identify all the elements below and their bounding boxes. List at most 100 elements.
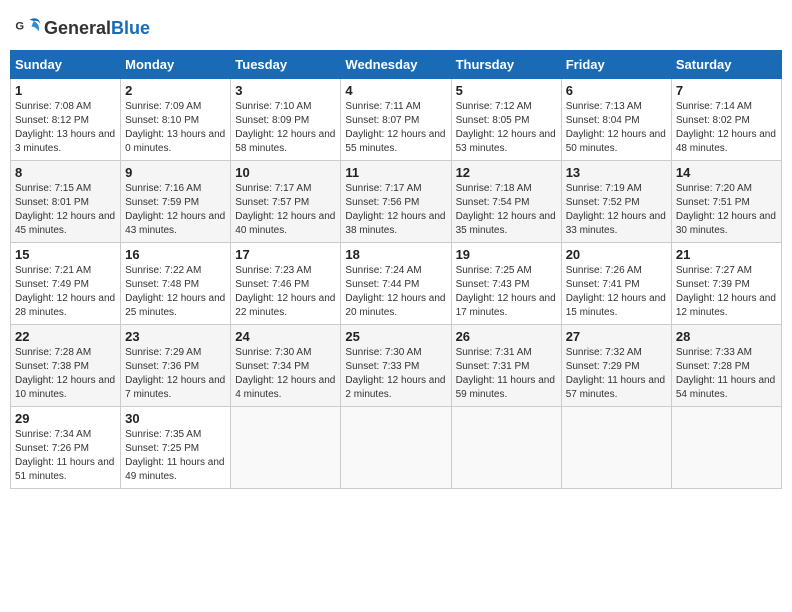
calendar-cell: 27 Sunrise: 7:32 AM Sunset: 7:29 PM Dayl…: [561, 325, 671, 407]
day-info: Sunrise: 7:35 AM Sunset: 7:25 PM Dayligh…: [125, 428, 226, 484]
weekday-header-row: SundayMondayTuesdayWednesdayThursdayFrid…: [11, 51, 782, 79]
calendar-week-row: 8 Sunrise: 7:15 AM Sunset: 8:01 PM Dayli…: [11, 161, 782, 243]
calendar-week-row: 29 Sunrise: 7:34 AM Sunset: 7:26 PM Dayl…: [11, 407, 782, 489]
calendar-cell: 4 Sunrise: 7:11 AM Sunset: 8:07 PM Dayli…: [341, 79, 451, 161]
day-number: 14: [676, 165, 777, 180]
day-number: 30: [125, 411, 226, 426]
calendar-cell: 3 Sunrise: 7:10 AM Sunset: 8:09 PM Dayli…: [231, 79, 341, 161]
calendar-cell: 16 Sunrise: 7:22 AM Sunset: 7:48 PM Dayl…: [121, 243, 231, 325]
calendar-cell: 22 Sunrise: 7:28 AM Sunset: 7:38 PM Dayl…: [11, 325, 121, 407]
calendar-cell: 9 Sunrise: 7:16 AM Sunset: 7:59 PM Dayli…: [121, 161, 231, 243]
day-number: 28: [676, 329, 777, 344]
day-info: Sunrise: 7:16 AM Sunset: 7:59 PM Dayligh…: [125, 182, 226, 238]
day-number: 10: [235, 165, 336, 180]
day-number: 9: [125, 165, 226, 180]
calendar-cell: 10 Sunrise: 7:17 AM Sunset: 7:57 PM Dayl…: [231, 161, 341, 243]
calendar-cell: 26 Sunrise: 7:31 AM Sunset: 7:31 PM Dayl…: [451, 325, 561, 407]
day-info: Sunrise: 7:24 AM Sunset: 7:44 PM Dayligh…: [345, 264, 446, 320]
header: G GeneralBlue: [10, 10, 782, 42]
weekday-header-friday: Friday: [561, 51, 671, 79]
day-info: Sunrise: 7:12 AM Sunset: 8:05 PM Dayligh…: [456, 100, 557, 156]
calendar-cell: 19 Sunrise: 7:25 AM Sunset: 7:43 PM Dayl…: [451, 243, 561, 325]
generalblue-logo-icon: G: [14, 14, 42, 42]
calendar-cell: 12 Sunrise: 7:18 AM Sunset: 7:54 PM Dayl…: [451, 161, 561, 243]
calendar-cell: 24 Sunrise: 7:30 AM Sunset: 7:34 PM Dayl…: [231, 325, 341, 407]
calendar-cell: 2 Sunrise: 7:09 AM Sunset: 8:10 PM Dayli…: [121, 79, 231, 161]
calendar-cell: 5 Sunrise: 7:12 AM Sunset: 8:05 PM Dayli…: [451, 79, 561, 161]
day-info: Sunrise: 7:34 AM Sunset: 7:26 PM Dayligh…: [15, 428, 116, 484]
day-info: Sunrise: 7:13 AM Sunset: 8:04 PM Dayligh…: [566, 100, 667, 156]
day-number: 3: [235, 83, 336, 98]
calendar-cell: 13 Sunrise: 7:19 AM Sunset: 7:52 PM Dayl…: [561, 161, 671, 243]
calendar-cell: 8 Sunrise: 7:15 AM Sunset: 8:01 PM Dayli…: [11, 161, 121, 243]
weekday-header-monday: Monday: [121, 51, 231, 79]
day-number: 2: [125, 83, 226, 98]
calendar-cell: 11 Sunrise: 7:17 AM Sunset: 7:56 PM Dayl…: [341, 161, 451, 243]
logo: G GeneralBlue: [14, 14, 150, 42]
calendar-week-row: 1 Sunrise: 7:08 AM Sunset: 8:12 PM Dayli…: [11, 79, 782, 161]
weekday-header-wednesday: Wednesday: [341, 51, 451, 79]
day-number: 7: [676, 83, 777, 98]
day-number: 6: [566, 83, 667, 98]
day-info: Sunrise: 7:09 AM Sunset: 8:10 PM Dayligh…: [125, 100, 226, 156]
day-number: 21: [676, 247, 777, 262]
calendar-cell: 30 Sunrise: 7:35 AM Sunset: 7:25 PM Dayl…: [121, 407, 231, 489]
day-number: 8: [15, 165, 116, 180]
day-info: Sunrise: 7:22 AM Sunset: 7:48 PM Dayligh…: [125, 264, 226, 320]
calendar-cell: 20 Sunrise: 7:26 AM Sunset: 7:41 PM Dayl…: [561, 243, 671, 325]
day-number: 5: [456, 83, 557, 98]
calendar-cell: 21 Sunrise: 7:27 AM Sunset: 7:39 PM Dayl…: [671, 243, 781, 325]
day-info: Sunrise: 7:19 AM Sunset: 7:52 PM Dayligh…: [566, 182, 667, 238]
calendar-cell: 23 Sunrise: 7:29 AM Sunset: 7:36 PM Dayl…: [121, 325, 231, 407]
calendar-cell: 14 Sunrise: 7:20 AM Sunset: 7:51 PM Dayl…: [671, 161, 781, 243]
day-number: 27: [566, 329, 667, 344]
day-number: 24: [235, 329, 336, 344]
day-info: Sunrise: 7:23 AM Sunset: 7:46 PM Dayligh…: [235, 264, 336, 320]
weekday-header-thursday: Thursday: [451, 51, 561, 79]
day-info: Sunrise: 7:10 AM Sunset: 8:09 PM Dayligh…: [235, 100, 336, 156]
calendar-cell: [561, 407, 671, 489]
svg-text:G: G: [15, 20, 24, 32]
day-info: Sunrise: 7:08 AM Sunset: 8:12 PM Dayligh…: [15, 100, 116, 156]
calendar-cell: [231, 407, 341, 489]
day-info: Sunrise: 7:32 AM Sunset: 7:29 PM Dayligh…: [566, 346, 667, 402]
day-info: Sunrise: 7:30 AM Sunset: 7:34 PM Dayligh…: [235, 346, 336, 402]
day-info: Sunrise: 7:17 AM Sunset: 7:56 PM Dayligh…: [345, 182, 446, 238]
calendar-cell: 17 Sunrise: 7:23 AM Sunset: 7:46 PM Dayl…: [231, 243, 341, 325]
day-info: Sunrise: 7:11 AM Sunset: 8:07 PM Dayligh…: [345, 100, 446, 156]
day-info: Sunrise: 7:25 AM Sunset: 7:43 PM Dayligh…: [456, 264, 557, 320]
day-number: 26: [456, 329, 557, 344]
day-info: Sunrise: 7:15 AM Sunset: 8:01 PM Dayligh…: [15, 182, 116, 238]
calendar-week-row: 15 Sunrise: 7:21 AM Sunset: 7:49 PM Dayl…: [11, 243, 782, 325]
day-info: Sunrise: 7:27 AM Sunset: 7:39 PM Dayligh…: [676, 264, 777, 320]
calendar-cell: 1 Sunrise: 7:08 AM Sunset: 8:12 PM Dayli…: [11, 79, 121, 161]
day-number: 15: [15, 247, 116, 262]
day-info: Sunrise: 7:26 AM Sunset: 7:41 PM Dayligh…: [566, 264, 667, 320]
day-number: 12: [456, 165, 557, 180]
day-number: 19: [456, 247, 557, 262]
day-info: Sunrise: 7:14 AM Sunset: 8:02 PM Dayligh…: [676, 100, 777, 156]
calendar-cell: 28 Sunrise: 7:33 AM Sunset: 7:28 PM Dayl…: [671, 325, 781, 407]
day-number: 13: [566, 165, 667, 180]
day-number: 4: [345, 83, 446, 98]
calendar-table: SundayMondayTuesdayWednesdayThursdayFrid…: [10, 50, 782, 489]
logo-general: General: [44, 18, 111, 38]
day-number: 29: [15, 411, 116, 426]
day-info: Sunrise: 7:21 AM Sunset: 7:49 PM Dayligh…: [15, 264, 116, 320]
day-info: Sunrise: 7:28 AM Sunset: 7:38 PM Dayligh…: [15, 346, 116, 402]
day-info: Sunrise: 7:33 AM Sunset: 7:28 PM Dayligh…: [676, 346, 777, 402]
day-number: 22: [15, 329, 116, 344]
calendar-week-row: 22 Sunrise: 7:28 AM Sunset: 7:38 PM Dayl…: [11, 325, 782, 407]
day-number: 17: [235, 247, 336, 262]
day-info: Sunrise: 7:20 AM Sunset: 7:51 PM Dayligh…: [676, 182, 777, 238]
calendar-cell: 29 Sunrise: 7:34 AM Sunset: 7:26 PM Dayl…: [11, 407, 121, 489]
calendar-cell: 6 Sunrise: 7:13 AM Sunset: 8:04 PM Dayli…: [561, 79, 671, 161]
day-number: 25: [345, 329, 446, 344]
day-number: 1: [15, 83, 116, 98]
weekday-header-tuesday: Tuesday: [231, 51, 341, 79]
day-info: Sunrise: 7:30 AM Sunset: 7:33 PM Dayligh…: [345, 346, 446, 402]
calendar-cell: 15 Sunrise: 7:21 AM Sunset: 7:49 PM Dayl…: [11, 243, 121, 325]
calendar-cell: 25 Sunrise: 7:30 AM Sunset: 7:33 PM Dayl…: [341, 325, 451, 407]
day-number: 16: [125, 247, 226, 262]
day-info: Sunrise: 7:17 AM Sunset: 7:57 PM Dayligh…: [235, 182, 336, 238]
